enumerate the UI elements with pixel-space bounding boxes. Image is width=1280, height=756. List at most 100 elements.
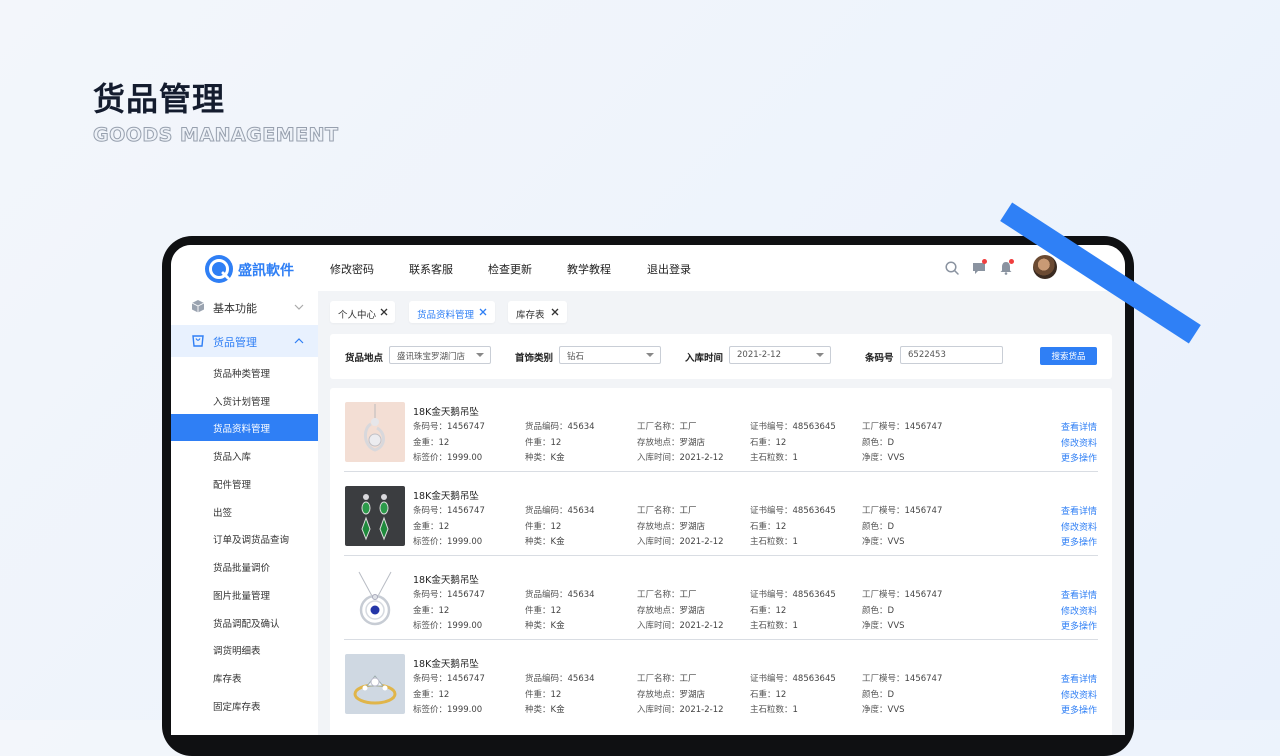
category-select[interactable]: 钻石 bbox=[559, 346, 661, 364]
product-field: 工厂模号：1456747 bbox=[862, 590, 943, 600]
product-field: 净度：VVS bbox=[862, 537, 905, 547]
sidebar-group-basic[interactable]: 基本功能 bbox=[171, 291, 318, 323]
filter-label-location: 货品地点 bbox=[345, 353, 384, 364]
product-field: 颜色：D bbox=[862, 690, 895, 700]
product-thumbnail[interactable] bbox=[345, 402, 405, 462]
bag-icon bbox=[192, 335, 204, 347]
product-field: 金重：12 bbox=[413, 690, 450, 700]
sidebar-item-batch-images[interactable]: 图片批量管理 bbox=[171, 581, 318, 608]
avatar[interactable] bbox=[1033, 255, 1057, 279]
sidebar-item-goods-inbound[interactable]: 货品入库 bbox=[171, 442, 318, 469]
sidebar-item-inventory[interactable]: 库存表 bbox=[171, 664, 318, 691]
product-field: 货品编码：45634 bbox=[525, 674, 595, 684]
product-field: 种类：K金 bbox=[525, 453, 565, 463]
product-field: 证书编号：48563645 bbox=[750, 674, 836, 684]
product-field: 主石粒数：1 bbox=[750, 453, 798, 463]
product-field: 标签价：1999.00 bbox=[413, 621, 483, 631]
sidebar-item-purchase-plan[interactable]: 入货计划管理 bbox=[171, 387, 318, 414]
edit-info-link[interactable]: 修改资料 bbox=[1061, 604, 1097, 617]
nav-logout[interactable]: 退出登录 bbox=[647, 261, 691, 277]
edit-info-link[interactable]: 修改资料 bbox=[1061, 688, 1097, 701]
product-thumbnail[interactable] bbox=[345, 570, 405, 630]
brand-logo-icon bbox=[205, 255, 233, 283]
diamond-ring-image bbox=[345, 654, 405, 714]
tab-goods-info[interactable]: 货品资料管理 bbox=[409, 301, 495, 323]
product-field: 净度：VVS bbox=[862, 705, 905, 715]
product-field: 证书编号：48563645 bbox=[750, 422, 836, 432]
product-field: 存放地点：罗湖店 bbox=[637, 522, 706, 532]
product-list: 18K金天鹅吊坠 条码号：1456747 金重：12 标签价：1999.00 货… bbox=[330, 388, 1112, 735]
product-field: 货品编码：45634 bbox=[525, 506, 595, 516]
product-field: 条码号：1456747 bbox=[413, 590, 485, 600]
product-field: 工厂模号：1456747 bbox=[862, 422, 943, 432]
product-row: 18K金天鹅吊坠 条码号：1456747 金重：12 标签价：1999.00 货… bbox=[330, 388, 1112, 472]
sidebar-item-labels[interactable]: 出签 bbox=[171, 498, 318, 525]
close-icon[interactable] bbox=[379, 307, 389, 317]
nav-contact-support[interactable]: 联系客服 bbox=[409, 261, 453, 277]
tab-inventory[interactable]: 库存表 bbox=[508, 301, 567, 323]
product-thumbnail[interactable] bbox=[345, 486, 405, 546]
close-icon[interactable] bbox=[550, 307, 560, 317]
product-field: 主石粒数：1 bbox=[750, 621, 798, 631]
product-field: 货品编码：45634 bbox=[525, 590, 595, 600]
edit-info-link[interactable]: 修改资料 bbox=[1061, 436, 1097, 449]
location-select[interactable]: 盛讯珠宝罗湖门店 bbox=[389, 346, 491, 364]
filter-label-category: 首饰类别 bbox=[515, 353, 554, 364]
nav-tutorial[interactable]: 教学教程 bbox=[567, 261, 611, 277]
cube-icon bbox=[191, 300, 205, 313]
product-row: 18K金天鹅吊坠 条码号：1456747 金重：12 标签价：1999.00 货… bbox=[330, 640, 1112, 724]
more-actions-link[interactable]: 更多操作 bbox=[1061, 619, 1097, 632]
product-field: 工厂模号：1456747 bbox=[862, 506, 943, 516]
product-title: 18K金天鹅吊坠 bbox=[413, 407, 479, 418]
product-field: 存放地点：罗湖店 bbox=[637, 606, 706, 616]
tab-personal-center[interactable]: 个人中心 bbox=[330, 301, 395, 323]
product-field: 入库时间：2021-2-12 bbox=[637, 537, 724, 547]
sidebar-item-accessories[interactable]: 配件管理 bbox=[171, 470, 318, 497]
search-goods-button[interactable]: 搜索货品 bbox=[1040, 347, 1097, 365]
view-details-link[interactable]: 查看详情 bbox=[1061, 504, 1097, 517]
product-field: 金重：12 bbox=[413, 438, 450, 448]
sidebar-item-fixed-inventory[interactable]: 固定库存表 bbox=[171, 692, 318, 719]
search-icon[interactable] bbox=[944, 260, 960, 276]
view-details-link[interactable]: 查看详情 bbox=[1061, 672, 1097, 685]
product-field: 颜色：D bbox=[862, 438, 895, 448]
more-actions-link[interactable]: 更多操作 bbox=[1061, 535, 1097, 548]
more-actions-link[interactable]: 更多操作 bbox=[1061, 703, 1097, 716]
date-select[interactable]: 2021-2-12 bbox=[729, 346, 831, 364]
swan-pendant-image bbox=[345, 402, 405, 462]
chevron-down-icon bbox=[816, 353, 824, 357]
view-details-link[interactable]: 查看详情 bbox=[1061, 588, 1097, 601]
product-field: 件重：12 bbox=[525, 690, 562, 700]
notification-badge bbox=[1009, 259, 1014, 264]
product-field: 证书编号：48563645 bbox=[750, 590, 836, 600]
chevron-down-icon bbox=[646, 353, 654, 357]
nav-check-update[interactable]: 检查更新 bbox=[488, 261, 532, 277]
emerald-earrings-image bbox=[345, 486, 405, 546]
product-field: 存放地点：罗湖店 bbox=[637, 690, 706, 700]
product-title: 18K金天鹅吊坠 bbox=[413, 575, 479, 586]
edit-info-link[interactable]: 修改资料 bbox=[1061, 520, 1097, 533]
product-field: 证书编号：48563645 bbox=[750, 506, 836, 516]
sidebar-item-transfer-detail[interactable]: 调货明细表 bbox=[171, 636, 318, 663]
filter-panel: 货品地点 盛讯珠宝罗湖门店 首饰类别 钻石 入库时间 2021-2-12 条码号… bbox=[330, 334, 1112, 379]
sidebar-item-goods-info[interactable]: 货品资料管理 bbox=[171, 414, 318, 441]
close-icon[interactable] bbox=[478, 307, 488, 317]
product-field: 入库时间：2021-2-12 bbox=[637, 453, 724, 463]
sidebar-group-label: 基本功能 bbox=[213, 302, 257, 315]
filter-label-date: 入库时间 bbox=[685, 353, 724, 364]
nav-change-password[interactable]: 修改密码 bbox=[330, 261, 374, 277]
sidebar-item-order-query[interactable]: 订单及调货品查询 bbox=[171, 525, 318, 552]
view-details-link[interactable]: 查看详情 bbox=[1061, 420, 1097, 433]
product-field: 条码号：1456747 bbox=[413, 422, 485, 432]
product-field: 件重：12 bbox=[525, 438, 562, 448]
product-title: 18K金天鹅吊坠 bbox=[413, 659, 479, 670]
sidebar-item-batch-price[interactable]: 货品批量调价 bbox=[171, 553, 318, 580]
top-navbar: 盛訊軟件 修改密码 联系客服 检查更新 教学教程 退出登录 bbox=[171, 245, 1125, 291]
sidebar-item-goods-category[interactable]: 货品种类管理 bbox=[171, 359, 318, 386]
more-actions-link[interactable]: 更多操作 bbox=[1061, 451, 1097, 464]
sidebar-group-goods[interactable]: 货品管理 bbox=[171, 325, 318, 357]
sidebar-item-allocation[interactable]: 货品调配及确认 bbox=[171, 609, 318, 636]
product-thumbnail[interactable] bbox=[345, 654, 405, 714]
barcode-input[interactable]: 6522453 bbox=[900, 346, 1003, 364]
message-badge bbox=[982, 259, 987, 264]
